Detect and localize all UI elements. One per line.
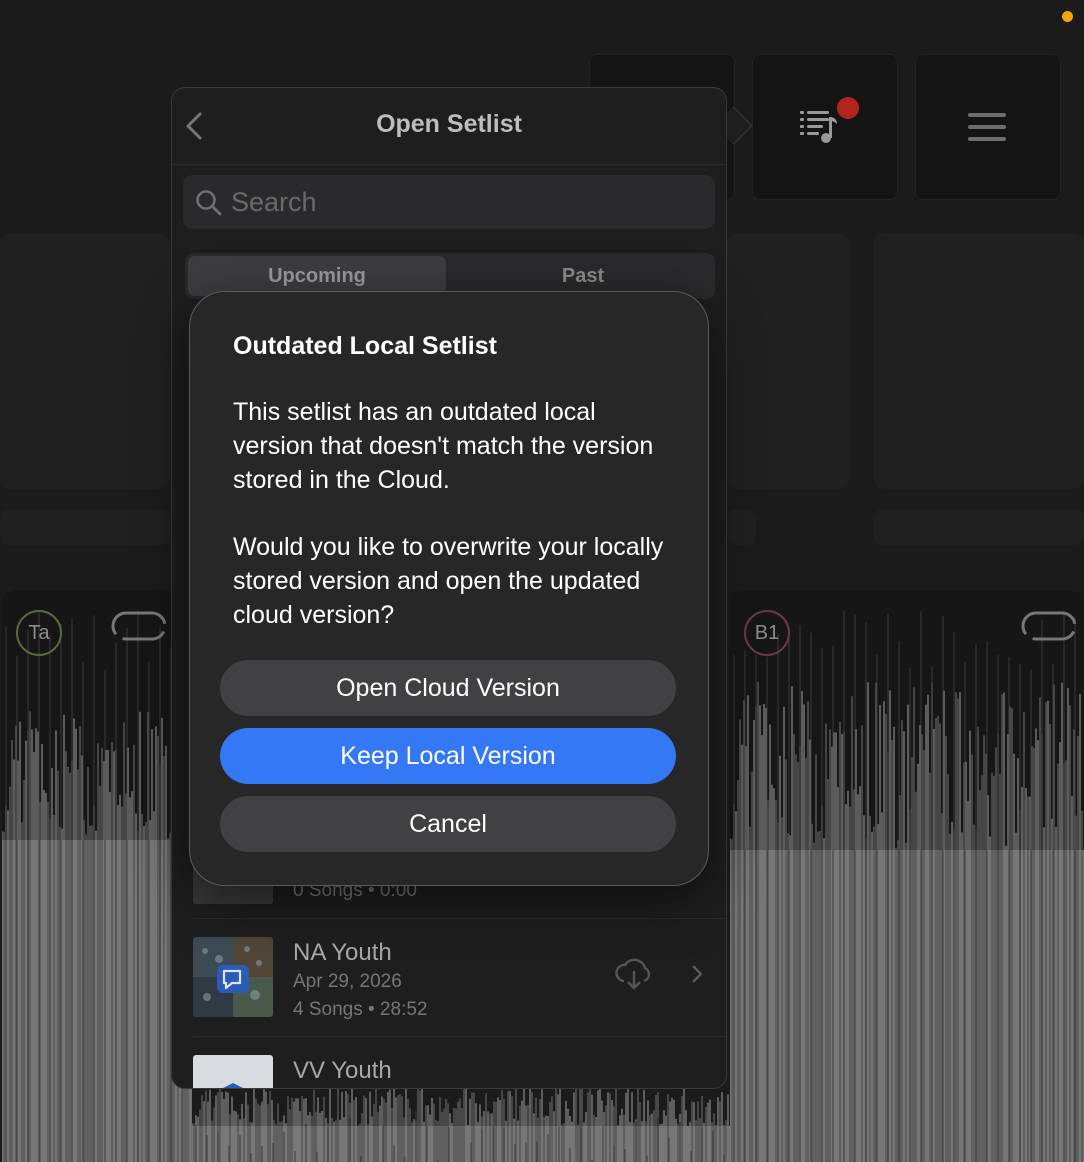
background-panel-mid [726,233,850,489]
setlist-row[interactable]: NA Youth Apr 29, 2026 4 Songs • 28:52 [193,918,726,1035]
loop-icon[interactable] [1020,610,1078,647]
setlist-artwork [193,1055,273,1088]
setlist-button[interactable] [752,54,898,200]
waveform-a [2,610,192,1162]
background-strip-right [873,509,1084,545]
search-input[interactable] [231,175,691,229]
cancel-button[interactable]: Cancel [220,796,676,852]
deck-b[interactable]: B1 [730,590,1084,1162]
loop-icon[interactable] [110,610,168,647]
alert-question: Would you like to overwrite your locally… [233,533,664,629]
setlist-title: VV Youth [293,1057,392,1084]
notification-badge [837,97,859,119]
tab-upcoming[interactable]: Upcoming [188,256,446,296]
deck-a[interactable]: Ta [2,590,192,1162]
alert-body: This setlist has an outdated local versi… [233,395,683,632]
alert-message: This setlist has an outdated local versi… [233,398,654,494]
setlist-title: NA Youth [293,939,392,966]
search-field[interactable] [183,175,715,229]
open-cloud-version-button[interactable]: Open Cloud Version [220,660,676,716]
background-strip-mid [726,509,756,545]
setlist-meta: 4 Songs • 28:52 [293,999,428,1020]
setlist-music-icon [753,55,897,199]
setlist-date: Apr 29, 2026 [293,971,402,992]
menu-button[interactable] [915,54,1061,200]
background-panel-left [0,233,170,489]
outdated-setlist-alert: Outdated Local Setlist This setlist has … [189,291,709,886]
recording-indicator [1062,11,1073,22]
deck-a-label: Ta [16,610,62,656]
deck-b-label: B1 [744,610,790,656]
alert-title: Outdated Local Setlist [233,332,497,360]
setlist-row[interactable]: VV Youth [193,1036,726,1088]
setlist-artwork [193,937,273,1017]
cloud-download-icon[interactable] [614,957,654,996]
chevron-right-icon [690,963,704,990]
tab-past[interactable]: Past [454,256,712,296]
background-panel-right [873,233,1084,489]
waveform-b [730,610,1084,1162]
background-strip-left [0,509,170,545]
hamburger-icon [916,55,1060,199]
keep-local-version-button[interactable]: Keep Local Version [220,728,676,784]
popover-header: Open Setlist [172,88,726,165]
search-icon [196,190,222,216]
popover-title: Open Setlist [376,110,522,138]
waveform-bottom [192,1086,730,1162]
